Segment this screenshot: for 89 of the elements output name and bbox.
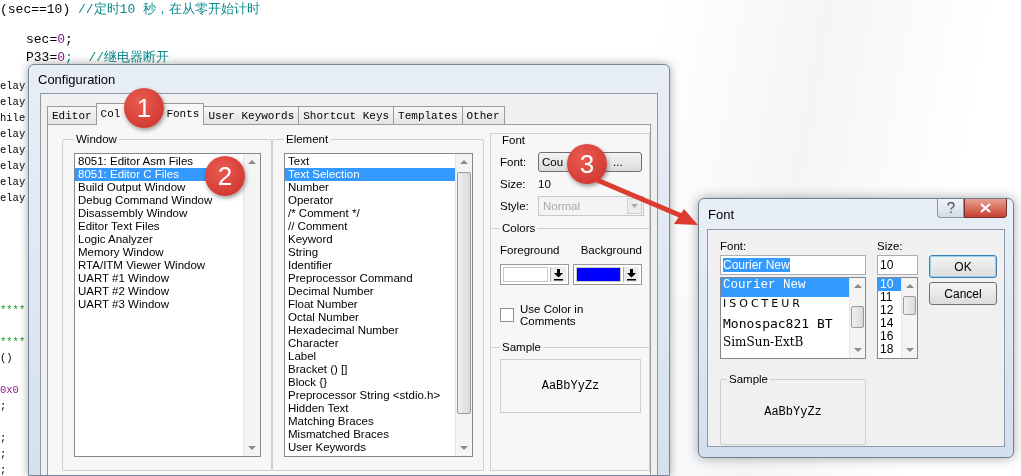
list-item[interactable]: UART #2 Window [78, 285, 169, 297]
tab[interactable]: User Keywords [203, 106, 300, 124]
list-item[interactable]: RTA/ITM Viewer Window [78, 259, 206, 271]
list-item[interactable]: Debug Command Window [78, 194, 213, 206]
code-line: elay [0, 96, 26, 110]
field-label: Foreground [500, 244, 560, 256]
code-line: P33=0; //继电器断开 [25, 49, 170, 64]
list-item[interactable]: Matching Braces [288, 415, 374, 427]
cancel-button[interactable]: Cancel [929, 282, 997, 305]
list-item[interactable]: Operator [288, 194, 334, 206]
list-item[interactable]: UART #3 Window [78, 298, 169, 310]
list-item[interactable]: 18 [878, 343, 901, 356]
font-listbox[interactable]: Courier New ISOCTEUR Monospac821 BT SimSun-ExtB [720, 277, 866, 359]
list-item[interactable]: 8051: Editor Asm Files [78, 155, 194, 167]
list-item[interactable]: Octal Number [288, 311, 359, 323]
ok-button[interactable]: OK [929, 255, 997, 278]
list-item[interactable]: 14 [878, 317, 901, 330]
field-label: Font: [500, 156, 528, 168]
checkbox-label: Use Color in Comments [520, 303, 585, 327]
tab[interactable]: Templates [393, 106, 463, 124]
tab[interactable]: Editor [47, 106, 97, 124]
code-line: ; [0, 400, 7, 414]
list-item[interactable]: Text [288, 155, 310, 167]
list-item[interactable]: Build Output Window [78, 181, 186, 193]
code-line: ; [0, 432, 7, 446]
size-listbox[interactable]: 10 11 12 14 16 18 [877, 277, 918, 359]
tab[interactable]: Shortcut Keys [298, 106, 395, 124]
window-title: Configuration [37, 70, 117, 89]
code-line: elay [0, 160, 26, 174]
group-title: Sample [501, 341, 542, 353]
list-item[interactable]: Number [288, 181, 329, 193]
code-line: elay [0, 144, 26, 158]
list-item[interactable]: Disassembly Window [78, 207, 188, 219]
tab[interactable]: Other [461, 106, 505, 124]
list-item[interactable]: 12 [878, 304, 901, 317]
group-title: Sample [728, 373, 769, 385]
code-line: elay [0, 80, 26, 94]
list-item[interactable]: Bracket () [] [288, 363, 348, 375]
code-line: hile [0, 112, 26, 126]
sample-preview: AaBbYyZz [500, 359, 641, 413]
list-item[interactable]: Logic Analyzer [78, 233, 153, 245]
sample-preview: AaBbYyZz [764, 404, 822, 419]
list-item[interactable]: Editor Text Files [78, 220, 160, 232]
group-title: Window [75, 133, 118, 145]
list-item[interactable]: Preprocessor String <stdio.h> [288, 389, 441, 401]
list-item[interactable]: 16 [878, 330, 901, 343]
field-label: Size: [500, 178, 527, 190]
list-item[interactable]: Monospac821 BT [721, 316, 849, 335]
list-item[interactable]: SimSun-ExtB [721, 335, 849, 354]
list-item[interactable]: UART #1 Window [78, 272, 169, 284]
dialog-title: Font [708, 206, 734, 222]
code-line: sec=0; [25, 32, 73, 48]
list-item[interactable]: Preprocessor Command [288, 272, 413, 284]
list-item[interactable]: Character [288, 337, 339, 349]
list-item[interactable]: ISOCTEUR [721, 297, 849, 316]
list-item[interactable]: // Comment [288, 220, 348, 232]
code-line: () [0, 352, 13, 366]
code-line: elay [0, 128, 26, 142]
field-label: Font: [720, 240, 748, 254]
code-line: elay [0, 192, 26, 206]
field-label: Background [580, 244, 642, 256]
code-line: 0x0 [0, 384, 19, 398]
list-item[interactable]: Memory Window [78, 246, 164, 258]
field-label: Style: [500, 200, 530, 212]
list-item[interactable]: /* Comment */ [288, 207, 360, 219]
list-item[interactable]: Float Number [288, 298, 358, 310]
group-title: Element [285, 133, 330, 145]
list-item[interactable]: Decimal Number [288, 285, 374, 297]
list-item[interactable]: Keyword [288, 233, 333, 245]
code-line: **** [0, 336, 26, 350]
group-title: Colors [501, 222, 537, 234]
list-item[interactable]: Mismatched Braces [288, 428, 389, 440]
list-item[interactable]: Label [288, 350, 317, 362]
code-line: (sec==10) //定时10 秒，在从零开始计时 [0, 1, 261, 16]
list-item[interactable]: Hexadecimal Number [288, 324, 399, 336]
list-item[interactable]: Hidden Text [288, 402, 349, 414]
list-item[interactable]: Identifier [288, 259, 333, 271]
list-item[interactable]: String [288, 246, 319, 258]
list-item[interactable]: User Keywords [288, 441, 366, 453]
size-field[interactable]: 10 [877, 255, 918, 275]
code-line: elay [0, 176, 26, 190]
field-label: Size: [877, 240, 904, 254]
size-value: 10 [538, 178, 552, 190]
code-line: ; [0, 464, 7, 476]
list-item[interactable]: 11 [878, 291, 901, 304]
group-title: Font [501, 134, 526, 146]
code-line: ; [0, 448, 7, 462]
list-item[interactable]: Block {} [288, 376, 327, 388]
code-line: **** [0, 304, 26, 318]
